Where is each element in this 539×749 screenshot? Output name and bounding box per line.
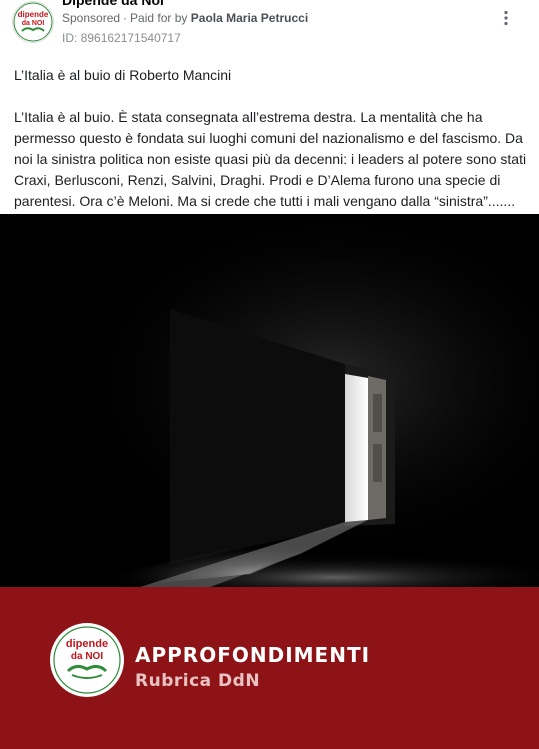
svg-text:da NOI: da NOI bbox=[22, 20, 45, 27]
post-body: L’Italia è al buio. È stata consegnata a… bbox=[14, 107, 534, 212]
paid-for-label: Paid for by bbox=[130, 11, 188, 25]
svg-text:dipende: dipende bbox=[66, 638, 108, 650]
sponsored-label: Sponsored bbox=[62, 11, 121, 25]
banner-subtitle: Rubrica DdN bbox=[135, 671, 261, 691]
post-title: L’Italia è al buio di Roberto Mancini bbox=[14, 67, 232, 83]
svg-text:da NOI: da NOI bbox=[71, 651, 103, 662]
approfondimenti-banner: dipende da NOI APPROFONDIMENTI Rubrica D… bbox=[0, 587, 539, 749]
dipende-da-noi-logo-icon: dipende da NOI bbox=[51, 624, 123, 696]
more-options-icon bbox=[504, 10, 508, 26]
ad-header: dipende da NOI Dipende da Noi Sponsored ·… bbox=[0, 0, 539, 56]
post-body-line: noi la sinistra politica non esiste quas… bbox=[14, 151, 527, 167]
meta-separator: · bbox=[123, 11, 128, 25]
post-body-line: Craxi, Berlusconi, Renzi, Salvini, Dragh… bbox=[14, 172, 501, 188]
page-name-link[interactable]: Dipende da Noi bbox=[62, 0, 164, 8]
post-body-line: parentesi. Ora c’è Meloni. Ma si crede c… bbox=[14, 193, 516, 209]
banner-title: APPROFONDIMENTI bbox=[135, 643, 371, 667]
more-options-button[interactable] bbox=[494, 6, 518, 30]
sponsored-line: Sponsored · Paid for by Paola Maria Petruc… bbox=[62, 11, 308, 25]
dipende-da-noi-banner-logo: dipende da NOI bbox=[50, 623, 124, 697]
ad-image-dark-room-door[interactable] bbox=[0, 214, 539, 587]
dipende-da-noi-logo-icon: dipende da NOI bbox=[13, 2, 53, 42]
svg-text:dipende: dipende bbox=[18, 10, 49, 19]
post-body-line: permesso questo è fondata sui luoghi com… bbox=[14, 130, 523, 146]
ad-id: ID: 896162171540717 bbox=[62, 31, 181, 45]
payer-name: Paola Maria Petrucci bbox=[190, 11, 309, 25]
page-avatar[interactable]: dipende da NOI bbox=[12, 1, 54, 43]
dark-room-open-door-illustration bbox=[0, 214, 539, 587]
post-body-line: L’Italia è al buio. È stata consegnata a… bbox=[14, 109, 483, 125]
